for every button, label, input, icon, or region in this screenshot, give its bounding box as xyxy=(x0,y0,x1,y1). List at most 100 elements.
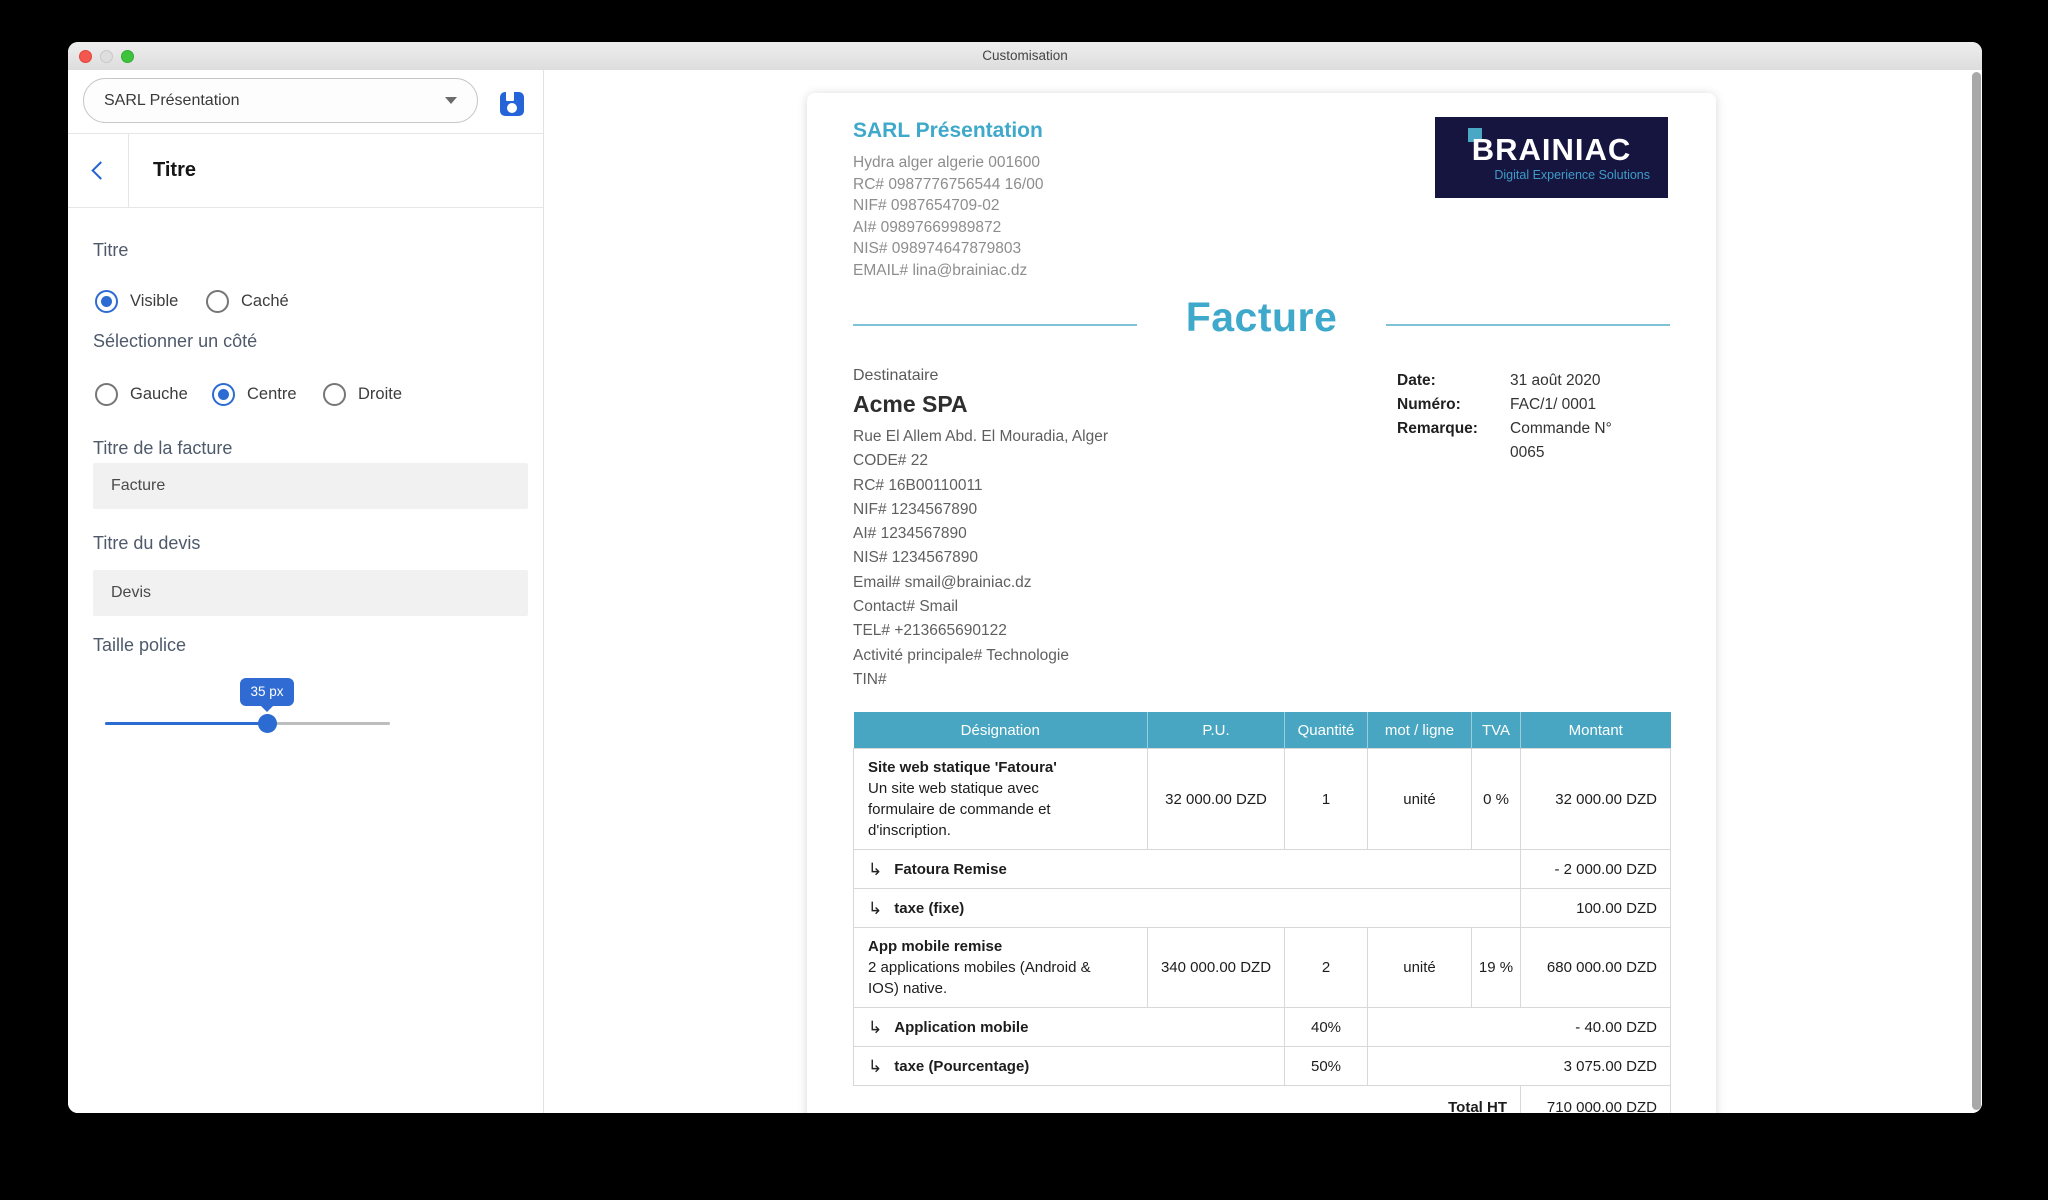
radio-icon-visible[interactable] xyxy=(95,290,118,313)
radio-icon-droite[interactable] xyxy=(323,383,346,406)
recipient-details: Rue El Allem Abd. El Mouradia, Alger COD… xyxy=(853,425,1108,692)
quote-title-label: Titre du devis xyxy=(93,533,200,554)
template-select[interactable]: SARL Présentation xyxy=(83,78,478,123)
meta-remark-row: Remarque: Commande N° 0065 xyxy=(1397,417,1628,465)
quote-title-input[interactable] xyxy=(93,570,528,616)
recipient-name: Acme SPA xyxy=(853,391,1108,418)
sub-arrow-icon: ↳ xyxy=(868,1057,882,1077)
customisation-window: Customisation SARL Présentation Titre Ti… xyxy=(68,42,1982,1113)
subitem-pct: 40% xyxy=(1285,1008,1368,1047)
subitem-amount: - 40.00 DZD xyxy=(1368,1008,1671,1047)
template-select-value: SARL Présentation xyxy=(104,92,445,110)
recipient-block: Destinataire Acme SPA Rue El Allem Abd. … xyxy=(853,367,1108,692)
meta-date-row: Date: 31 août 2020 xyxy=(1397,369,1628,393)
radio-label-visible[interactable]: Visible xyxy=(130,292,178,311)
floppy-disk-icon xyxy=(500,92,524,116)
radio-icon-gauche[interactable] xyxy=(95,383,118,406)
recipient-line: RC# 16B00110011 xyxy=(853,474,1108,498)
sub-arrow-icon: ↳ xyxy=(868,899,882,919)
item-unit: unité xyxy=(1368,749,1472,850)
meta-date-value: 31 août 2020 xyxy=(1510,369,1628,393)
font-size-label: Taille police xyxy=(93,635,186,656)
item-title: App mobile remise xyxy=(868,936,1133,957)
radio-option-droite[interactable]: Droite xyxy=(323,383,402,405)
radio-option-gauche[interactable]: Gauche xyxy=(95,383,188,405)
logo-brand-text: BRAINIAC xyxy=(1472,132,1632,167)
col-pu: P.U. xyxy=(1148,712,1285,749)
subitem-label: Fatoura Remise xyxy=(894,861,1007,878)
radio-label-cache[interactable]: Caché xyxy=(241,292,289,311)
meta-number-row: Numéro: FAC/1/ 0001 xyxy=(1397,393,1628,417)
meta-number-value: FAC/1/ 0001 xyxy=(1510,393,1628,417)
invoice-title-input[interactable] xyxy=(93,463,528,509)
company-line: EMAIL# lina@brainiac.dz xyxy=(853,260,1043,282)
item-designation: Site web statique 'Fatoura' Un site web … xyxy=(854,749,1148,850)
invoice-preview-pane: SARL Présentation Hydra alger algerie 00… xyxy=(544,70,1982,1113)
total-amount: 710 000.00 DZD xyxy=(1521,1086,1671,1114)
chevron-left-icon xyxy=(91,161,109,179)
sidebar-top-row: SARL Présentation xyxy=(68,70,543,134)
company-details: Hydra alger algerie 001600 RC# 098777675… xyxy=(853,152,1043,281)
recipient-line: Activité principale# Technologie xyxy=(853,644,1108,668)
company-name: SARL Présentation xyxy=(853,119,1043,143)
save-button[interactable] xyxy=(498,90,526,118)
total-label: Total HT xyxy=(854,1086,1521,1114)
recipient-line: Contact# Smail xyxy=(853,595,1108,619)
subitem-label: Application mobile xyxy=(894,1019,1028,1036)
recipient-line: NIS# 1234567890 xyxy=(853,546,1108,570)
meta-date-label: Date: xyxy=(1397,369,1510,393)
back-button[interactable] xyxy=(82,153,114,187)
table-row: ↳taxe (fixe) 100.00 DZD xyxy=(854,889,1671,928)
header-divider xyxy=(128,133,129,207)
title-line-left xyxy=(853,324,1137,326)
item-tva: 19 % xyxy=(1472,928,1521,1008)
panel-title: Titre xyxy=(153,133,196,207)
table-row: ↳taxe (Pourcentage) 50% 3 075.00 DZD xyxy=(854,1047,1671,1086)
font-size-slider-thumb[interactable] xyxy=(258,714,277,733)
item-designation: App mobile remise 2 applications mobiles… xyxy=(854,928,1148,1008)
table-header-row: Désignation P.U. Quantité mot / ligne TV… xyxy=(854,712,1671,749)
item-pu: 32 000.00 DZD xyxy=(1148,749,1285,850)
subitem-label: taxe (Pourcentage) xyxy=(894,1058,1029,1075)
item-description: Un site web statique avec formulaire de … xyxy=(868,778,1073,841)
recipient-line: Email# smail@brainiac.dz xyxy=(853,571,1108,595)
subitem-label-cell: ↳Fatoura Remise xyxy=(854,850,1521,889)
subitem-pct: 50% xyxy=(1285,1047,1368,1086)
company-line: Hydra alger algerie 001600 xyxy=(853,152,1043,174)
radio-option-cache[interactable]: Caché xyxy=(206,290,289,312)
item-amount: 680 000.00 DZD xyxy=(1521,928,1671,1008)
table-row: App mobile remise 2 applications mobiles… xyxy=(854,928,1671,1008)
col-montant: Montant xyxy=(1521,712,1671,749)
subitem-label-cell: ↳ taxe (Pourcentage) xyxy=(854,1047,1285,1086)
radio-icon-centre[interactable] xyxy=(212,383,235,406)
table-row: Site web statique 'Fatoura' Un site web … xyxy=(854,749,1671,850)
scrollbar-thumb[interactable] xyxy=(1972,72,1981,1110)
window-title: Customisation xyxy=(68,42,1982,70)
table-row: ↳Application mobile 40% - 40.00 DZD xyxy=(854,1008,1671,1047)
logo-tagline: Digital Experience Solutions xyxy=(1435,168,1668,182)
item-qty: 2 xyxy=(1285,928,1368,1008)
invoice-paper: SARL Présentation Hydra alger algerie 00… xyxy=(807,93,1716,1113)
side-group-label: Sélectionner un côté xyxy=(93,331,257,352)
item-unit: unité xyxy=(1368,928,1472,1008)
item-description: 2 applications mobiles (Android & IOS) n… xyxy=(868,957,1100,999)
item-title: Site web statique 'Fatoura' xyxy=(868,757,1133,778)
radio-icon-cache[interactable] xyxy=(206,290,229,313)
item-qty: 1 xyxy=(1285,749,1368,850)
meta-number-label: Numéro: xyxy=(1397,393,1510,417)
radio-label-gauche[interactable]: Gauche xyxy=(130,385,188,404)
logo-brand: BRAINIAC xyxy=(1472,134,1632,165)
item-tva: 0 % xyxy=(1472,749,1521,850)
table-total-row: Total HT 710 000.00 DZD xyxy=(854,1086,1671,1114)
meta-remark-value: Commande N° 0065 xyxy=(1510,417,1628,465)
meta-remark-label: Remarque: xyxy=(1397,417,1510,465)
radio-option-centre[interactable]: Centre xyxy=(212,383,297,405)
title-line-right xyxy=(1386,324,1670,326)
titlebar: Customisation xyxy=(68,42,1982,71)
item-pu: 340 000.00 DZD xyxy=(1148,928,1285,1008)
col-mot-ligne: mot / ligne xyxy=(1368,712,1472,749)
font-size-slider-track[interactable] xyxy=(105,722,390,725)
radio-label-centre[interactable]: Centre xyxy=(247,385,297,404)
radio-label-droite[interactable]: Droite xyxy=(358,385,402,404)
radio-option-visible[interactable]: Visible xyxy=(95,290,178,312)
